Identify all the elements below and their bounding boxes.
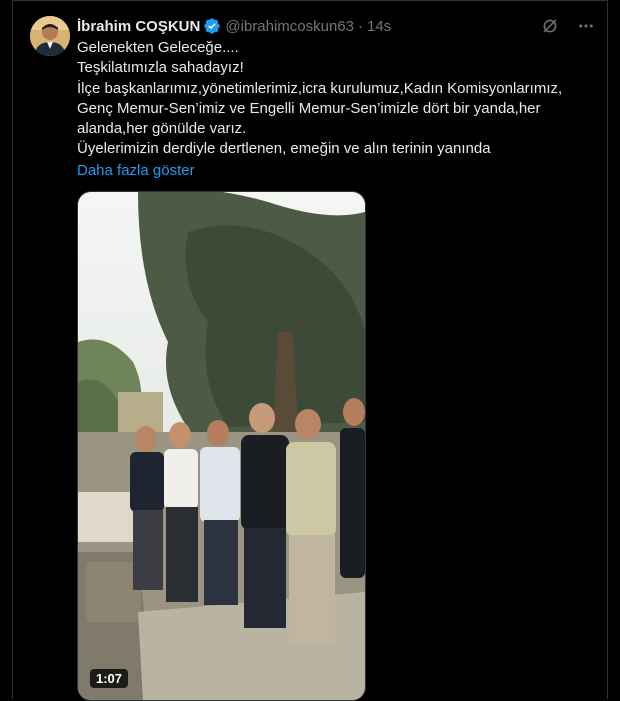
- video-thumbnail: [78, 192, 365, 700]
- avatar[interactable]: [30, 16, 70, 56]
- tweet-article[interactable]: İbrahim COŞKUN @ibrahimcoskun63 · 14s Ge…: [12, 0, 608, 701]
- tweet-line: Genç Memur-Sen’imiz ve Engelli Memur-Sen…: [77, 99, 541, 117]
- tweet-text: Gelenekten Geleceğe.... Teşkilatımızla s…: [77, 38, 597, 181]
- tweet-actions-top: [539, 15, 597, 37]
- verified-badge-icon[interactable]: [203, 17, 221, 35]
- separator: ·: [357, 17, 363, 35]
- tweet-line: Gelenekten Geleceğe....: [77, 39, 239, 56]
- tweet-line: Üyelerimizin derdiyle dertlenen, emeğin …: [77, 140, 491, 158]
- author-name[interactable]: İbrahim COŞKUN: [77, 18, 200, 35]
- author-handle[interactable]: @ibrahimcoskun63: [225, 18, 354, 35]
- avatar-image: [30, 16, 70, 56]
- tweet-line: alanda,her gönülde varız.: [77, 120, 247, 138]
- tweet-header: İbrahim COŞKUN @ibrahimcoskun63 · 14s: [77, 15, 391, 37]
- video-player[interactable]: 1:07: [77, 191, 366, 701]
- tweet-line: Teşkilatımızla sahadayız!: [77, 59, 244, 77]
- timestamp[interactable]: 14s: [367, 18, 391, 35]
- show-more-link[interactable]: Daha fazla göster: [77, 161, 597, 181]
- grok-icon[interactable]: [539, 15, 561, 37]
- tweet-line: İlçe başkanlarımız,yönetimlerimiz,icra k…: [77, 79, 563, 97]
- more-options-icon[interactable]: [575, 15, 597, 37]
- video-duration: 1:07: [90, 669, 129, 688]
